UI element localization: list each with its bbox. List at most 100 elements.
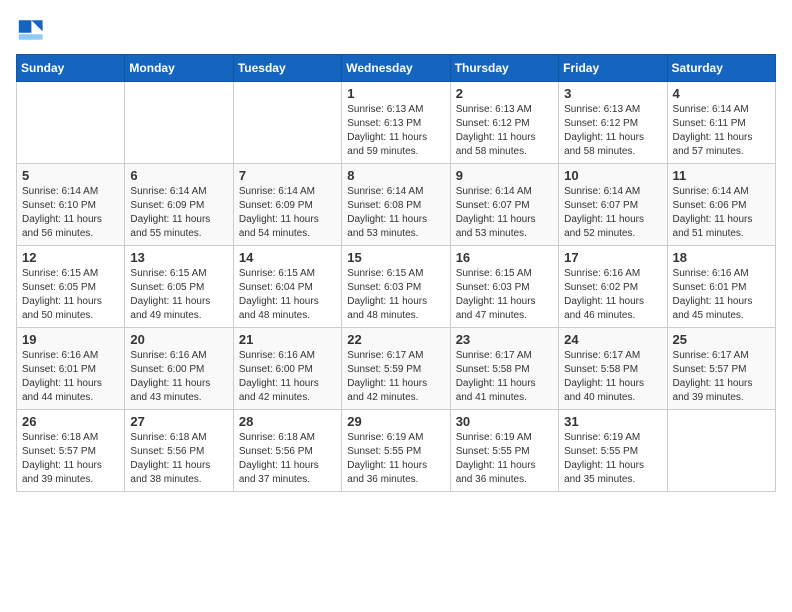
day-number: 24: [564, 332, 661, 347]
day-info: Sunrise: 6:17 AM Sunset: 5:59 PM Dayligh…: [347, 349, 444, 405]
day-number: 26: [22, 414, 119, 429]
day-number: 14: [239, 250, 336, 265]
calendar-cell: 26 Sunrise: 6:18 AM Sunset: 5:57 PM Dayli…: [17, 410, 125, 492]
calendar-cell: 30Sunrise: 6:19 AM Sunset: 5:55 PM Dayli…: [450, 410, 558, 492]
day-info: Sunrise: 6:13 AM Sunset: 6:13 PM Dayligh…: [347, 103, 444, 159]
day-info: Sunrise: 6:19 AM Sunset: 5:55 PM Dayligh…: [347, 431, 444, 487]
day-info: Sunrise: 6:15 AM Sunset: 6:03 PM Dayligh…: [347, 267, 444, 323]
calendar-cell: 18 Sunrise: 6:16 AM Sunset: 6:01 PM Dayli…: [667, 246, 775, 328]
calendar-cell: 24 Sunrise: 6:17 AM Sunset: 5:58 PM Dayli…: [559, 328, 667, 410]
day-info: Sunrise: 6:15 AM Sunset: 6:03 PM Dayligh…: [456, 267, 553, 323]
calendar-cell: 15 Sunrise: 6:15 AM Sunset: 6:03 PM Dayli…: [342, 246, 450, 328]
day-info: Sunrise: 6:13 AM Sunset: 6:12 PM Dayligh…: [564, 103, 661, 159]
calendar-cell: 14 Sunrise: 6:15 AM Sunset: 6:04 PM Dayli…: [233, 246, 341, 328]
day-info: Sunrise: 6:16 AM Sunset: 6:01 PM Dayligh…: [673, 267, 770, 323]
calendar-table: SundayMondayTuesdayWednesdayThursdayFrid…: [16, 54, 776, 492]
day-number: 2: [456, 86, 553, 101]
day-number: 25: [673, 332, 770, 347]
day-number: 23: [456, 332, 553, 347]
calendar-cell: 21 Sunrise: 6:16 AM Sunset: 6:00 PM Dayli…: [233, 328, 341, 410]
day-info: Sunrise: 6:13 AM Sunset: 6:12 PM Dayligh…: [456, 103, 553, 159]
calendar-cell: 20 Sunrise: 6:16 AM Sunset: 6:00 PM Dayli…: [125, 328, 233, 410]
calendar-cell: 10 Sunrise: 6:14 AM Sunset: 6:07 PM Dayli…: [559, 164, 667, 246]
day-number: 8: [347, 168, 444, 183]
calendar-cell: 17 Sunrise: 6:16 AM Sunset: 6:02 PM Dayli…: [559, 246, 667, 328]
calendar-cell: [125, 82, 233, 164]
day-number: 13: [130, 250, 227, 265]
day-of-week-header: Wednesday: [342, 55, 450, 82]
day-of-week-header: Monday: [125, 55, 233, 82]
page-header: [16, 16, 776, 44]
calendar-body: 1Sunrise: 6:13 AM Sunset: 6:13 PM Daylig…: [17, 82, 776, 492]
calendar-cell: [233, 82, 341, 164]
calendar-week-row: 1Sunrise: 6:13 AM Sunset: 6:13 PM Daylig…: [17, 82, 776, 164]
calendar-cell: 4Sunrise: 6:14 AM Sunset: 6:11 PM Daylig…: [667, 82, 775, 164]
day-number: 10: [564, 168, 661, 183]
day-info: Sunrise: 6:15 AM Sunset: 6:04 PM Dayligh…: [239, 267, 336, 323]
calendar-cell: 27Sunrise: 6:18 AM Sunset: 5:56 PM Dayli…: [125, 410, 233, 492]
day-number: 16: [456, 250, 553, 265]
day-number: 22: [347, 332, 444, 347]
day-info: Sunrise: 6:14 AM Sunset: 6:07 PM Dayligh…: [564, 185, 661, 241]
day-number: 5: [22, 168, 119, 183]
day-number: 7: [239, 168, 336, 183]
day-of-week-header: Saturday: [667, 55, 775, 82]
calendar-week-row: 19 Sunrise: 6:16 AM Sunset: 6:01 PM Dayli…: [17, 328, 776, 410]
day-number: 3: [564, 86, 661, 101]
calendar-week-row: 26 Sunrise: 6:18 AM Sunset: 5:57 PM Dayli…: [17, 410, 776, 492]
day-info: Sunrise: 6:14 AM Sunset: 6:07 PM Dayligh…: [456, 185, 553, 241]
day-number: 28: [239, 414, 336, 429]
logo-icon: [16, 16, 44, 44]
calendar-week-row: 5Sunrise: 6:14 AM Sunset: 6:10 PM Daylig…: [17, 164, 776, 246]
day-number: 20: [130, 332, 227, 347]
day-number: 17: [564, 250, 661, 265]
day-number: 21: [239, 332, 336, 347]
calendar-cell: [667, 410, 775, 492]
calendar-cell: 23 Sunrise: 6:17 AM Sunset: 5:58 PM Dayli…: [450, 328, 558, 410]
day-number: 19: [22, 332, 119, 347]
day-number: 29: [347, 414, 444, 429]
day-number: 15: [347, 250, 444, 265]
day-info: Sunrise: 6:14 AM Sunset: 6:08 PM Dayligh…: [347, 185, 444, 241]
day-info: Sunrise: 6:14 AM Sunset: 6:09 PM Dayligh…: [239, 185, 336, 241]
day-of-week-header: Friday: [559, 55, 667, 82]
day-info: Sunrise: 6:17 AM Sunset: 5:58 PM Dayligh…: [456, 349, 553, 405]
day-info: Sunrise: 6:15 AM Sunset: 6:05 PM Dayligh…: [130, 267, 227, 323]
day-info: Sunrise: 6:14 AM Sunset: 6:11 PM Dayligh…: [673, 103, 770, 159]
calendar-cell: 3 Sunrise: 6:13 AM Sunset: 6:12 PM Daylig…: [559, 82, 667, 164]
calendar-cell: 9Sunrise: 6:14 AM Sunset: 6:07 PM Daylig…: [450, 164, 558, 246]
day-info: Sunrise: 6:14 AM Sunset: 6:09 PM Dayligh…: [130, 185, 227, 241]
days-of-week-row: SundayMondayTuesdayWednesdayThursdayFrid…: [17, 55, 776, 82]
calendar-cell: 7 Sunrise: 6:14 AM Sunset: 6:09 PM Daylig…: [233, 164, 341, 246]
calendar-cell: 6 Sunrise: 6:14 AM Sunset: 6:09 PM Daylig…: [125, 164, 233, 246]
day-number: 27: [130, 414, 227, 429]
day-info: Sunrise: 6:18 AM Sunset: 5:57 PM Dayligh…: [22, 431, 119, 487]
calendar-cell: 16 Sunrise: 6:15 AM Sunset: 6:03 PM Dayli…: [450, 246, 558, 328]
calendar-week-row: 12 Sunrise: 6:15 AM Sunset: 6:05 PM Dayli…: [17, 246, 776, 328]
day-number: 6: [130, 168, 227, 183]
day-number: 12: [22, 250, 119, 265]
calendar-cell: 29 Sunrise: 6:19 AM Sunset: 5:55 PM Dayli…: [342, 410, 450, 492]
day-number: 11: [673, 168, 770, 183]
day-info: Sunrise: 6:15 AM Sunset: 6:05 PM Dayligh…: [22, 267, 119, 323]
calendar-cell: 19 Sunrise: 6:16 AM Sunset: 6:01 PM Dayli…: [17, 328, 125, 410]
calendar-cell: 11Sunrise: 6:14 AM Sunset: 6:06 PM Dayli…: [667, 164, 775, 246]
day-info: Sunrise: 6:16 AM Sunset: 6:00 PM Dayligh…: [130, 349, 227, 405]
day-of-week-header: Thursday: [450, 55, 558, 82]
day-info: Sunrise: 6:18 AM Sunset: 5:56 PM Dayligh…: [239, 431, 336, 487]
day-info: Sunrise: 6:16 AM Sunset: 6:01 PM Dayligh…: [22, 349, 119, 405]
day-number: 18: [673, 250, 770, 265]
day-info: Sunrise: 6:19 AM Sunset: 5:55 PM Dayligh…: [456, 431, 553, 487]
day-of-week-header: Tuesday: [233, 55, 341, 82]
logo: [16, 16, 48, 44]
calendar-cell: 1Sunrise: 6:13 AM Sunset: 6:13 PM Daylig…: [342, 82, 450, 164]
calendar-cell: 25 Sunrise: 6:17 AM Sunset: 5:57 PM Dayli…: [667, 328, 775, 410]
calendar-cell: [17, 82, 125, 164]
calendar-cell: 13 Sunrise: 6:15 AM Sunset: 6:05 PM Dayli…: [125, 246, 233, 328]
day-info: Sunrise: 6:17 AM Sunset: 5:57 PM Dayligh…: [673, 349, 770, 405]
day-info: Sunrise: 6:17 AM Sunset: 5:58 PM Dayligh…: [564, 349, 661, 405]
day-info: Sunrise: 6:16 AM Sunset: 6:00 PM Dayligh…: [239, 349, 336, 405]
calendar-cell: 12 Sunrise: 6:15 AM Sunset: 6:05 PM Dayli…: [17, 246, 125, 328]
day-info: Sunrise: 6:16 AM Sunset: 6:02 PM Dayligh…: [564, 267, 661, 323]
calendar-cell: 8 Sunrise: 6:14 AM Sunset: 6:08 PM Daylig…: [342, 164, 450, 246]
